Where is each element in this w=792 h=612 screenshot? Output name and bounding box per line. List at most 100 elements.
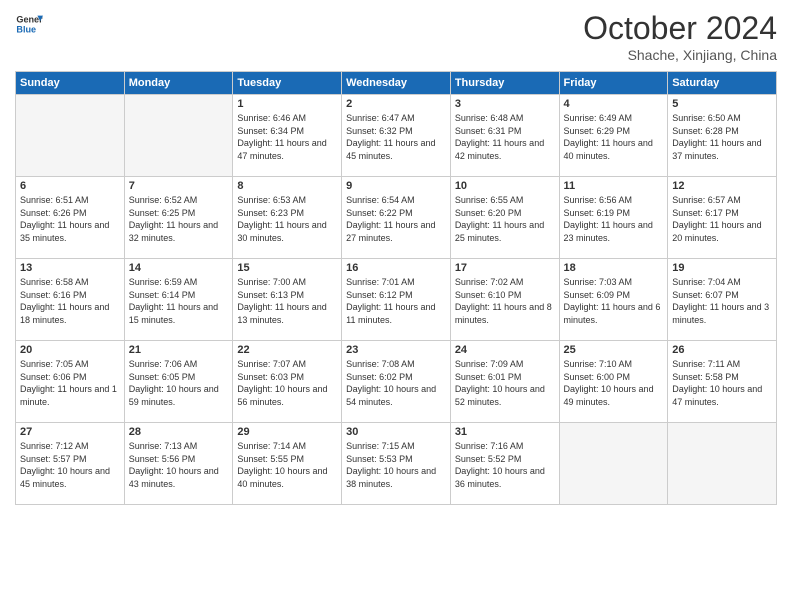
day-number: 31 xyxy=(455,426,555,438)
header-saturday: Saturday xyxy=(668,72,777,95)
day-number: 30 xyxy=(346,426,446,438)
day-info: Sunrise: 6:49 AM Sunset: 6:29 PM Dayligh… xyxy=(564,112,664,162)
day-info: Sunrise: 6:56 AM Sunset: 6:19 PM Dayligh… xyxy=(564,194,664,244)
day-number: 19 xyxy=(672,262,772,274)
day-number: 2 xyxy=(346,98,446,110)
day-number: 4 xyxy=(564,98,664,110)
day-info: Sunrise: 7:06 AM Sunset: 6:05 PM Dayligh… xyxy=(129,358,229,408)
day-info: Sunrise: 6:55 AM Sunset: 6:20 PM Dayligh… xyxy=(455,194,555,244)
day-info: Sunrise: 7:10 AM Sunset: 6:00 PM Dayligh… xyxy=(564,358,664,408)
page: General Blue October 2024 Shache, Xinjia… xyxy=(0,0,792,612)
header-tuesday: Tuesday xyxy=(233,72,342,95)
day-info: Sunrise: 7:05 AM Sunset: 6:06 PM Dayligh… xyxy=(20,358,120,408)
day-info: Sunrise: 7:01 AM Sunset: 6:12 PM Dayligh… xyxy=(346,276,446,326)
logo: General Blue xyxy=(15,10,43,38)
day-number: 8 xyxy=(237,180,337,192)
day-info: Sunrise: 7:11 AM Sunset: 5:58 PM Dayligh… xyxy=(672,358,772,408)
calendar-header-row: Sunday Monday Tuesday Wednesday Thursday… xyxy=(16,72,777,95)
day-info: Sunrise: 6:48 AM Sunset: 6:31 PM Dayligh… xyxy=(455,112,555,162)
table-row: 4 Sunrise: 6:49 AM Sunset: 6:29 PM Daylig… xyxy=(559,95,668,177)
header-wednesday: Wednesday xyxy=(342,72,451,95)
day-number: 10 xyxy=(455,180,555,192)
day-number: 1 xyxy=(237,98,337,110)
month-title: October 2024 xyxy=(583,10,777,47)
table-row: 16 Sunrise: 7:01 AM Sunset: 6:12 PM Dayli… xyxy=(342,259,451,341)
day-info: Sunrise: 7:04 AM Sunset: 6:07 PM Dayligh… xyxy=(672,276,772,326)
table-row: 19 Sunrise: 7:04 AM Sunset: 6:07 PM Dayli… xyxy=(668,259,777,341)
day-number: 12 xyxy=(672,180,772,192)
day-info: Sunrise: 7:00 AM Sunset: 6:13 PM Dayligh… xyxy=(237,276,337,326)
day-info: Sunrise: 6:50 AM Sunset: 6:28 PM Dayligh… xyxy=(672,112,772,162)
day-number: 11 xyxy=(564,180,664,192)
table-row: 6 Sunrise: 6:51 AM Sunset: 6:26 PM Daylig… xyxy=(16,177,125,259)
calendar-week-row: 1 Sunrise: 6:46 AM Sunset: 6:34 PM Daylig… xyxy=(16,95,777,177)
day-info: Sunrise: 7:09 AM Sunset: 6:01 PM Dayligh… xyxy=(455,358,555,408)
header-friday: Friday xyxy=(559,72,668,95)
day-number: 18 xyxy=(564,262,664,274)
table-row: 11 Sunrise: 6:56 AM Sunset: 6:19 PM Dayli… xyxy=(559,177,668,259)
day-info: Sunrise: 7:16 AM Sunset: 5:52 PM Dayligh… xyxy=(455,440,555,490)
day-info: Sunrise: 6:57 AM Sunset: 6:17 PM Dayligh… xyxy=(672,194,772,244)
calendar-week-row: 20Sunrise: 7:05 AM Sunset: 6:06 PM Dayli… xyxy=(16,341,777,423)
header-sunday: Sunday xyxy=(16,72,125,95)
table-row xyxy=(668,423,777,505)
calendar-week-row: 27Sunrise: 7:12 AM Sunset: 5:57 PM Dayli… xyxy=(16,423,777,505)
calendar-table: Sunday Monday Tuesday Wednesday Thursday… xyxy=(15,71,777,505)
table-row: 7 Sunrise: 6:52 AM Sunset: 6:25 PM Daylig… xyxy=(124,177,233,259)
table-row: 1 Sunrise: 6:46 AM Sunset: 6:34 PM Daylig… xyxy=(233,95,342,177)
table-row xyxy=(16,95,125,177)
day-number: 29 xyxy=(237,426,337,438)
day-number: 26 xyxy=(672,344,772,356)
day-info: Sunrise: 6:51 AM Sunset: 6:26 PM Dayligh… xyxy=(20,194,120,244)
table-row: 29 Sunrise: 7:14 AM Sunset: 5:55 PM Dayli… xyxy=(233,423,342,505)
day-number: 7 xyxy=(129,180,229,192)
day-info: Sunrise: 7:12 AM Sunset: 5:57 PM Dayligh… xyxy=(20,440,120,490)
table-row: 17 Sunrise: 7:02 AM Sunset: 6:10 PM Dayli… xyxy=(450,259,559,341)
subtitle: Shache, Xinjiang, China xyxy=(583,47,777,63)
calendar-week-row: 6 Sunrise: 6:51 AM Sunset: 6:26 PM Daylig… xyxy=(16,177,777,259)
svg-text:Blue: Blue xyxy=(16,24,36,34)
day-info: Sunrise: 6:47 AM Sunset: 6:32 PM Dayligh… xyxy=(346,112,446,162)
day-number: 23 xyxy=(346,344,446,356)
table-row: 22Sunrise: 7:07 AM Sunset: 6:03 PM Dayli… xyxy=(233,341,342,423)
table-row: 10 Sunrise: 6:55 AM Sunset: 6:20 PM Dayli… xyxy=(450,177,559,259)
table-row: 2 Sunrise: 6:47 AM Sunset: 6:32 PM Daylig… xyxy=(342,95,451,177)
title-block: October 2024 Shache, Xinjiang, China xyxy=(583,10,777,63)
day-number: 5 xyxy=(672,98,772,110)
table-row: 25Sunrise: 7:10 AM Sunset: 6:00 PM Dayli… xyxy=(559,341,668,423)
table-row: 8 Sunrise: 6:53 AM Sunset: 6:23 PM Daylig… xyxy=(233,177,342,259)
table-row xyxy=(124,95,233,177)
day-number: 3 xyxy=(455,98,555,110)
table-row: 14Sunrise: 6:59 AM Sunset: 6:14 PM Dayli… xyxy=(124,259,233,341)
table-row: 9 Sunrise: 6:54 AM Sunset: 6:22 PM Daylig… xyxy=(342,177,451,259)
day-info: Sunrise: 6:52 AM Sunset: 6:25 PM Dayligh… xyxy=(129,194,229,244)
logo-icon: General Blue xyxy=(15,10,43,38)
day-number: 15 xyxy=(237,262,337,274)
day-number: 24 xyxy=(455,344,555,356)
day-info: Sunrise: 7:02 AM Sunset: 6:10 PM Dayligh… xyxy=(455,276,555,326)
day-number: 21 xyxy=(129,344,229,356)
header-monday: Monday xyxy=(124,72,233,95)
table-row: 24 Sunrise: 7:09 AM Sunset: 6:01 PM Dayli… xyxy=(450,341,559,423)
header: General Blue October 2024 Shache, Xinjia… xyxy=(15,10,777,63)
day-info: Sunrise: 7:03 AM Sunset: 6:09 PM Dayligh… xyxy=(564,276,664,326)
table-row: 12 Sunrise: 6:57 AM Sunset: 6:17 PM Dayli… xyxy=(668,177,777,259)
day-info: Sunrise: 7:07 AM Sunset: 6:03 PM Dayligh… xyxy=(237,358,337,408)
day-info: Sunrise: 7:08 AM Sunset: 6:02 PM Dayligh… xyxy=(346,358,446,408)
calendar-week-row: 13Sunrise: 6:58 AM Sunset: 6:16 PM Dayli… xyxy=(16,259,777,341)
day-number: 6 xyxy=(20,180,120,192)
day-number: 28 xyxy=(129,426,229,438)
day-number: 17 xyxy=(455,262,555,274)
table-row: 21 Sunrise: 7:06 AM Sunset: 6:05 PM Dayli… xyxy=(124,341,233,423)
table-row: 15 Sunrise: 7:00 AM Sunset: 6:13 PM Dayli… xyxy=(233,259,342,341)
day-info: Sunrise: 7:14 AM Sunset: 5:55 PM Dayligh… xyxy=(237,440,337,490)
table-row: 5 Sunrise: 6:50 AM Sunset: 6:28 PM Daylig… xyxy=(668,95,777,177)
day-info: Sunrise: 6:53 AM Sunset: 6:23 PM Dayligh… xyxy=(237,194,337,244)
day-info: Sunrise: 6:46 AM Sunset: 6:34 PM Dayligh… xyxy=(237,112,337,162)
day-number: 9 xyxy=(346,180,446,192)
table-row: 20Sunrise: 7:05 AM Sunset: 6:06 PM Dayli… xyxy=(16,341,125,423)
table-row xyxy=(559,423,668,505)
day-number: 13 xyxy=(20,262,120,274)
day-info: Sunrise: 6:54 AM Sunset: 6:22 PM Dayligh… xyxy=(346,194,446,244)
day-number: 16 xyxy=(346,262,446,274)
